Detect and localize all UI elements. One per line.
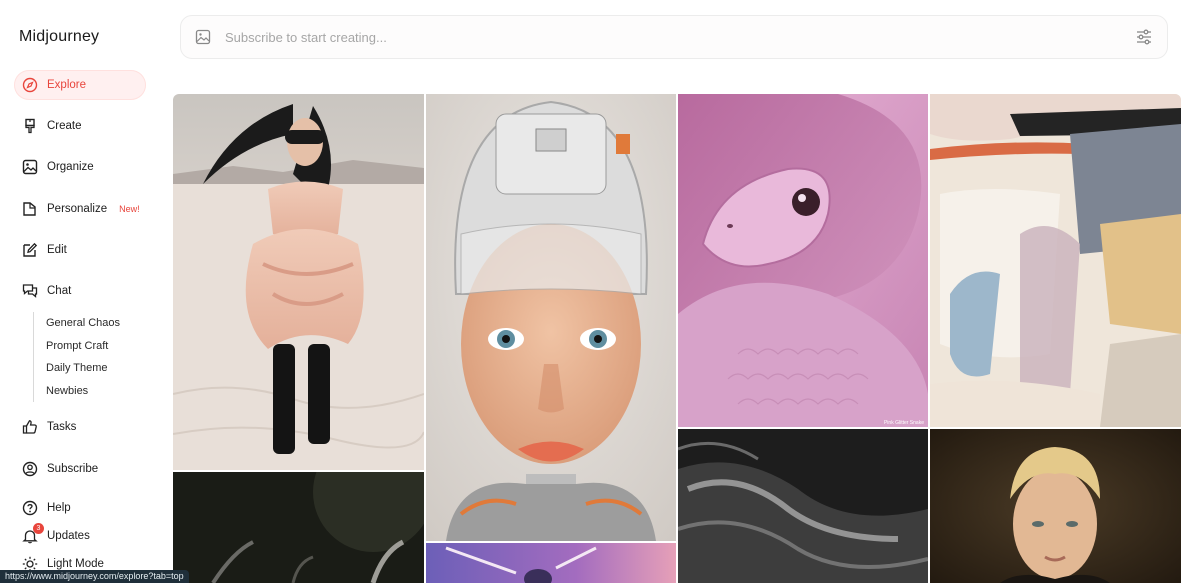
settings-sliders-icon[interactable] <box>1135 28 1153 46</box>
nav-help-label: Help <box>47 502 71 514</box>
brush-icon <box>21 117 39 135</box>
nav-light-mode-label: Light Mode <box>47 558 104 570</box>
chat-room-newbies[interactable]: Newbies <box>46 380 120 403</box>
nav-personalize[interactable]: Personalize New! <box>14 194 146 224</box>
image-upload-icon[interactable] <box>195 29 211 45</box>
chat-room-general-chaos[interactable]: General Chaos <box>46 312 120 335</box>
nav-create-label: Create <box>47 120 82 132</box>
edit-icon <box>21 241 39 259</box>
status-bar-url: https://www.midjourney.com/explore?tab=t… <box>0 570 189 583</box>
gallery-image-pink-snake[interactable]: Pink Glitter Snake <box>678 94 928 427</box>
gallery-image-robot-helmet[interactable] <box>426 94 676 541</box>
nav-explore[interactable]: Explore <box>14 70 146 100</box>
nav-tasks[interactable]: Tasks <box>14 412 146 442</box>
explore-gallery: Pink Glitter Snake <box>173 94 1181 583</box>
snake-caption: Pink Glitter Snake <box>884 420 924 426</box>
bell-icon: 3 <box>21 523 44 545</box>
new-badge: New! <box>119 204 140 214</box>
chat-icon <box>21 282 39 300</box>
user-circle-icon <box>21 460 39 478</box>
nav-create[interactable]: Create <box>14 111 146 141</box>
nav-explore-label: Explore <box>47 79 86 91</box>
prompt-input[interactable] <box>223 28 1135 46</box>
nav-organize[interactable]: Organize <box>14 152 146 182</box>
nav-subscribe[interactable]: Subscribe <box>14 454 146 484</box>
compass-icon <box>21 76 39 94</box>
image-icon <box>21 158 39 176</box>
nav-chat-label: Chat <box>47 285 72 297</box>
nav-tasks-label: Tasks <box>47 421 77 433</box>
gallery-image-portrait-man[interactable] <box>930 429 1181 583</box>
nav-chat[interactable]: Chat <box>14 276 146 306</box>
nav-updates-label: Updates <box>47 530 90 542</box>
thumbs-up-icon <box>21 418 39 436</box>
nav-updates[interactable]: 3 Updates <box>14 521 146 551</box>
nav-edit-label: Edit <box>47 244 67 256</box>
prompt-bar <box>180 15 1168 59</box>
nav-edit[interactable]: Edit <box>14 235 146 265</box>
chat-room-prompt-craft[interactable]: Prompt Craft <box>46 335 120 358</box>
help-icon <box>21 499 39 517</box>
gallery-image-purple-sky[interactable] <box>426 543 676 583</box>
gallery-image-woman-desert[interactable] <box>173 94 424 470</box>
nav-subscribe-label: Subscribe <box>47 463 99 475</box>
nav-organize-label: Organize <box>47 161 94 173</box>
app-logo[interactable]: Midjourney <box>19 28 99 46</box>
bookmark-icon <box>21 200 39 218</box>
chat-room-daily-theme[interactable]: Daily Theme <box>46 357 120 380</box>
sidebar: Midjourney Explore Create Organize Perso… <box>0 0 165 583</box>
gallery-image-abstract-painting[interactable] <box>930 94 1181 427</box>
gallery-image-fur-closeup[interactable] <box>678 429 928 583</box>
updates-count-badge: 3 <box>33 523 44 534</box>
chat-room-list: General Chaos Prompt Craft Daily Theme N… <box>33 312 120 402</box>
nav-help[interactable]: Help <box>14 493 146 523</box>
nav-personalize-label: Personalize <box>47 203 108 215</box>
gallery-image-dark-creature[interactable] <box>173 472 424 583</box>
